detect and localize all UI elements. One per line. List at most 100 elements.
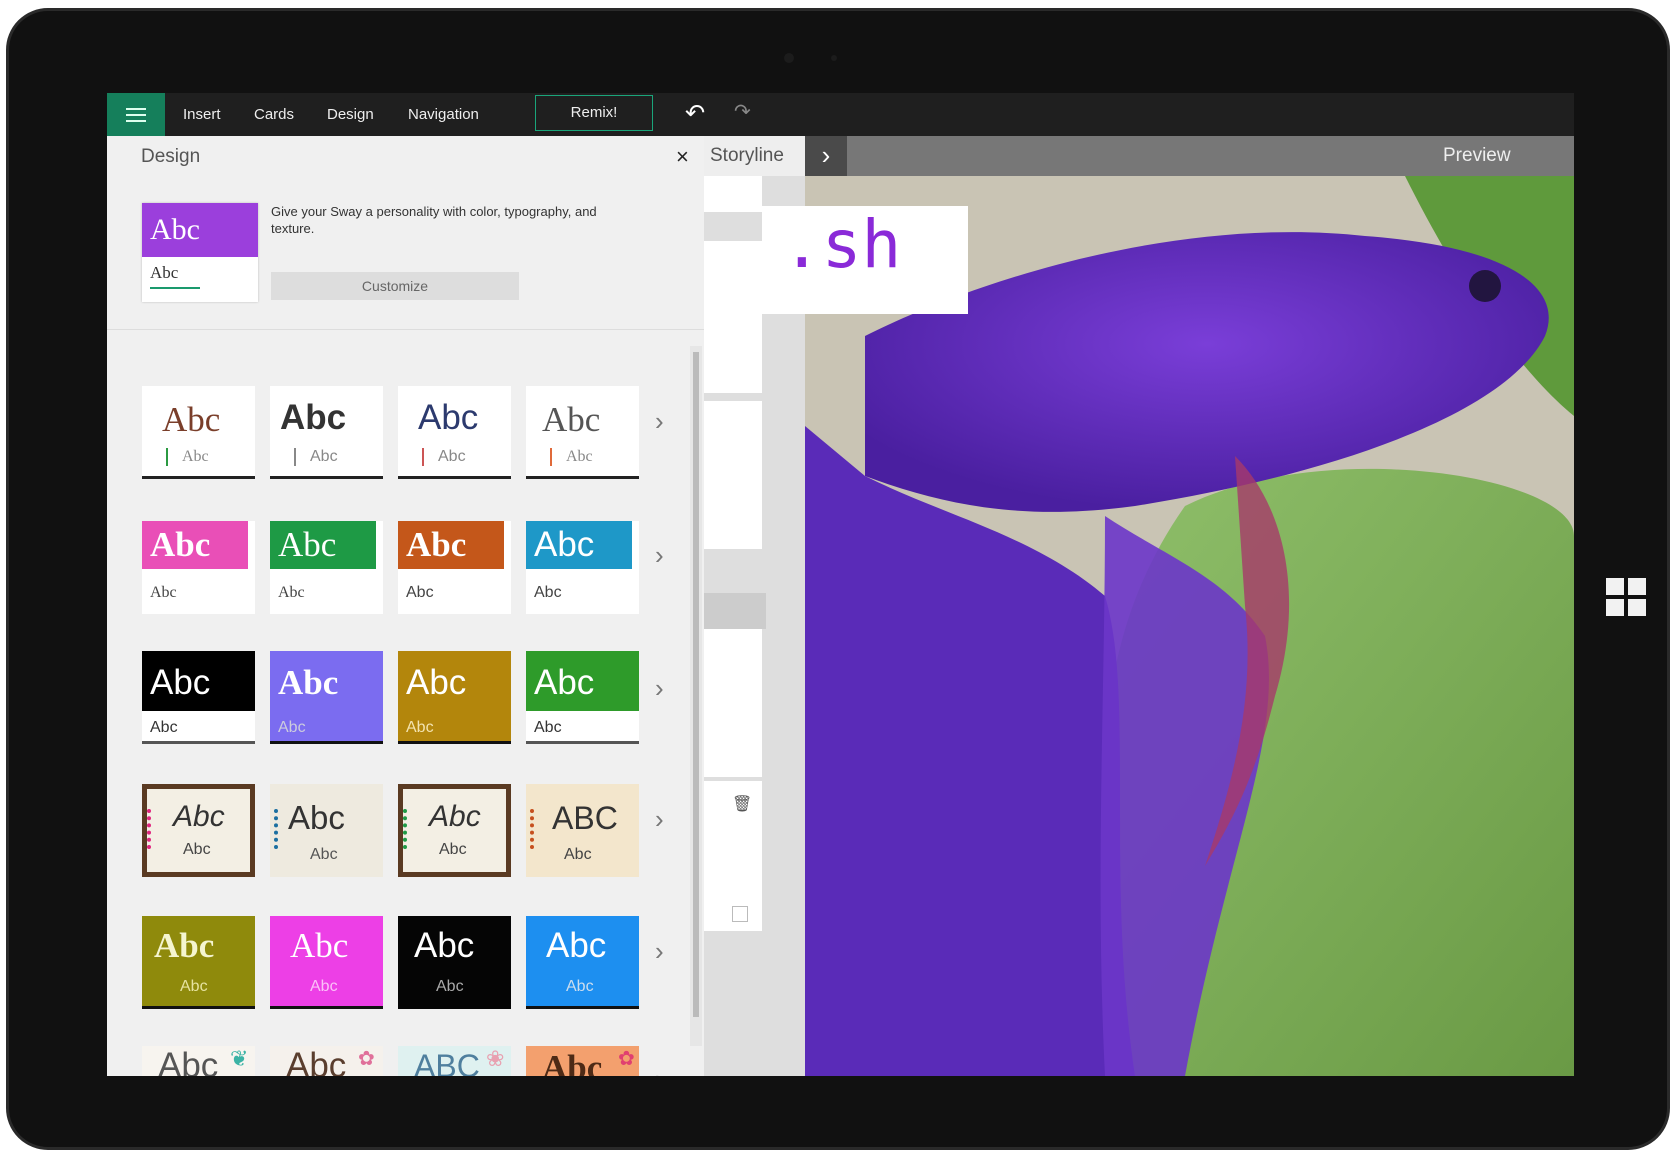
tile-body: Abc — [182, 448, 209, 465]
tile-body: Abc — [439, 841, 467, 858]
tile-heading: Abc — [429, 800, 481, 833]
preview-underline — [150, 287, 200, 289]
tile-heading: Abc — [286, 1046, 347, 1076]
sway-title-card[interactable]: .sh — [762, 206, 968, 314]
tile-heading: Abc — [150, 663, 211, 702]
close-icon[interactable]: × — [676, 144, 689, 170]
tile-accent-dots — [403, 809, 413, 849]
scrollbar-thumb[interactable] — [693, 352, 699, 1017]
sensor — [831, 55, 837, 61]
style-tile[interactable]: Abc Abc — [398, 386, 511, 479]
preview-label[interactable]: Preview — [1443, 145, 1511, 167]
style-tile[interactable]: Abc Abc — [270, 784, 383, 877]
chevron-right-icon[interactable]: › — [655, 406, 664, 437]
style-tile[interactable]: Abc Abc — [142, 386, 255, 479]
storyline-card[interactable] — [704, 176, 762, 212]
redo-icon[interactable]: ↷ — [734, 99, 751, 124]
tile-heading: Abc — [173, 800, 225, 833]
tile-body: Abc — [278, 719, 306, 736]
tile-body: Abc — [310, 448, 338, 465]
style-tile[interactable]: ABC Abc — [526, 784, 639, 877]
storyline-card[interactable] — [704, 401, 762, 549]
tile-accent-bar — [294, 448, 296, 466]
customize-button[interactable]: Customize — [271, 272, 519, 300]
flower-icon: ❀ — [486, 1046, 505, 1071]
tile-accent-dots — [530, 809, 540, 849]
storyline-group-header — [704, 593, 766, 629]
tile-heading: Abc — [414, 926, 475, 965]
tile-heading: Abc — [158, 1046, 219, 1076]
menu-navigation[interactable]: Navigation — [408, 93, 479, 136]
tile-body: Abc — [406, 584, 434, 601]
chevron-right-icon[interactable]: › — [805, 136, 847, 176]
tile-heading: Abc — [542, 400, 601, 439]
tile-body: Abc — [566, 978, 594, 995]
tile-heading: Abc — [534, 663, 595, 702]
tile-body: Abc — [564, 846, 592, 863]
leaf-icon: ❦ — [230, 1046, 249, 1071]
hamburger-menu-icon[interactable] — [107, 93, 165, 136]
tile-heading: Abc — [150, 525, 211, 564]
style-tile[interactable]: Abc Abc — [526, 916, 639, 1009]
app-screen: Insert Cards Design Navigation Remix! ↶ … — [107, 93, 1574, 1076]
undo-icon[interactable]: ↶ — [685, 99, 705, 128]
remix-button[interactable]: Remix! — [535, 95, 653, 131]
tile-heading: Abc — [278, 663, 339, 702]
style-tile[interactable]: Abc Abc — [142, 651, 255, 744]
storyline-card[interactable] — [704, 241, 762, 393]
tile-body: Abc — [534, 719, 562, 736]
style-tile[interactable]: Abc Abc — [526, 521, 639, 614]
style-tile[interactable]: Abc Abc — [142, 784, 255, 877]
style-tile[interactable]: Abc Abc — [270, 651, 383, 744]
style-tile[interactable]: Abc Abc — [526, 651, 639, 744]
checkbox[interactable] — [732, 906, 748, 922]
preview-body: Abc — [150, 263, 179, 282]
windows-logo-icon[interactable] — [1606, 578, 1646, 616]
menu-design[interactable]: Design — [327, 93, 374, 136]
chevron-right-icon[interactable]: › — [655, 804, 664, 835]
style-tile[interactable]: Abc Abc — [270, 521, 383, 614]
tile-body: Abc — [534, 584, 562, 601]
style-tile[interactable]: Abc Abc — [142, 916, 255, 1009]
chevron-right-icon[interactable]: › — [655, 540, 664, 571]
storyline-card[interactable] — [704, 629, 762, 777]
chevron-right-icon[interactable]: › — [655, 1064, 664, 1076]
tile-body: Abc — [150, 584, 177, 601]
flower-icon: ✿ — [618, 1048, 635, 1070]
style-tile[interactable]: Abc Abc — [398, 651, 511, 744]
style-tile[interactable]: ABC ❀ — [398, 1046, 511, 1076]
tile-body: Abc — [310, 978, 338, 995]
tile-accent-bar — [166, 448, 168, 466]
tile-heading: Abc — [542, 1048, 603, 1076]
tile-heading: Abc — [534, 525, 595, 564]
style-tile[interactable]: Abc ❦ — [142, 1046, 255, 1076]
tile-heading: ABC — [552, 800, 618, 836]
style-tile[interactable]: Abc Abc — [270, 386, 383, 479]
style-tile[interactable]: Abc Abc — [526, 386, 639, 479]
storyline-tab[interactable]: Storyline — [704, 136, 805, 176]
style-tile[interactable]: Abc Abc — [398, 521, 511, 614]
style-tile[interactable]: Abc Abc — [398, 784, 511, 877]
style-tile[interactable]: Abc Abc — [398, 916, 511, 1009]
tile-accent-dots — [147, 809, 157, 849]
style-tile[interactable]: Abc Abc — [142, 521, 255, 614]
menu-cards[interactable]: Cards — [254, 93, 294, 136]
camera — [784, 53, 794, 63]
chevron-right-icon[interactable]: › — [655, 936, 664, 967]
tile-heading: Abc — [288, 799, 345, 836]
tile-body: Abc — [566, 448, 593, 465]
chevron-right-icon[interactable]: › — [655, 673, 664, 704]
style-tile[interactable]: Abc ✿ — [526, 1046, 639, 1076]
tile-heading: Abc — [418, 398, 479, 437]
trash-icon[interactable]: 🗑 — [732, 794, 752, 814]
style-tile[interactable]: Abc ✿ — [270, 1046, 383, 1076]
tile-heading: Abc — [290, 926, 349, 965]
style-tile[interactable]: Abc Abc — [270, 916, 383, 1009]
tile-body: Abc — [310, 846, 338, 863]
tile-heading: Abc — [162, 400, 221, 439]
menu-insert[interactable]: Insert — [183, 93, 221, 136]
tile-accent-bar — [550, 448, 552, 466]
design-panel-title: Design — [141, 146, 201, 167]
tile-body: Abc — [183, 841, 211, 858]
tile-heading: ABC — [414, 1048, 480, 1076]
